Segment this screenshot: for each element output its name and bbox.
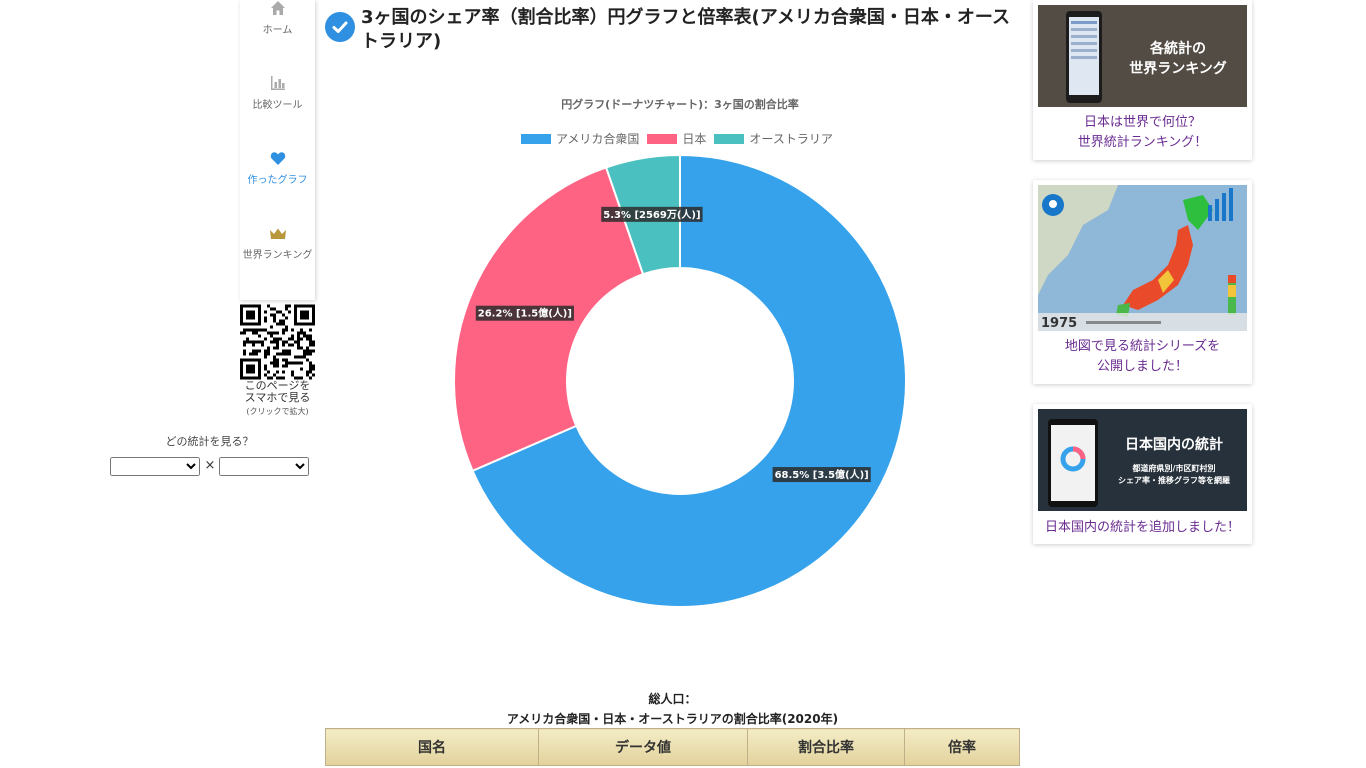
home-icon (270, 1, 285, 15)
slice-label-text: 5.3% [2569万(人)] (603, 208, 700, 221)
table-caption-line2: アメリカ合衆国・日本・オーストラリアの割合比率(2020年) (506, 712, 839, 726)
legend-label: オーストラリア (749, 132, 833, 146)
banner-domestic-stats[interactable]: 日本国内の統計 都道府県別/市区町村別 シェア率・推移グラフ等を網羅 日本国内の… (1033, 404, 1252, 544)
slice-label-text: 68.5% [3.5億(人)] (775, 468, 869, 481)
map-series-banner-image: 1975 (1038, 185, 1247, 331)
world-ranking-banner-image: 各統計の 世界ランキング (1038, 5, 1247, 107)
col-header-country[interactable]: 国名 (325, 728, 539, 766)
stat-select-2[interactable] (219, 457, 309, 476)
banner2-caption[interactable]: 地図で見る統計シリーズを 公開しました！ (1033, 337, 1252, 377)
slice-label-text: 26.2% [1.5億(人)] (478, 307, 572, 320)
domestic-stats-banner-image: 日本国内の統計 都道府県別/市区町村別 シェア率・推移グラフ等を網羅 (1038, 409, 1247, 511)
slice-data-label: 68.5% [3.5億(人)] (772, 467, 871, 483)
bar-chart-icon (270, 76, 285, 90)
banner3-caption[interactable]: 日本国内の統計を追加しました！ (1033, 518, 1252, 538)
banner3-text-3: シェア率・推移グラフ等を網羅 (1118, 475, 1230, 485)
table-caption-line1: 総人口： (648, 692, 697, 706)
banner1-caption-line2: 世界統計ランキング！ (1077, 135, 1208, 150)
table-caption: 総人口： アメリカ合衆国・日本・オーストラリアの割合比率(2020年) (325, 689, 1020, 729)
banner1-caption-line1: 日本は世界で何位？ (1083, 115, 1201, 130)
qr-code[interactable] (240, 304, 315, 380)
heart-icon (270, 152, 285, 165)
nav-compare-label: 比較ツール (252, 100, 303, 111)
nav-home-label: ホーム (262, 25, 293, 36)
legend-label: アメリカ合衆国 (556, 132, 640, 146)
legend-item[interactable]: アメリカ合衆国 (521, 130, 639, 147)
stat-select-label: どの統計を見る？ (165, 435, 254, 448)
qr-caption-sub: (クリックで拡大) (246, 407, 309, 416)
nav-world-ranking-label: 世界ランキング (242, 250, 313, 261)
legend-item[interactable]: オーストラリア (714, 130, 833, 147)
banner-world-ranking[interactable]: 各統計の 世界ランキング 日本は世界で何位？ 世界統計ランキング！ (1033, 0, 1252, 160)
check-icon (325, 12, 355, 42)
legend-swatch (521, 134, 551, 144)
banner2-caption-line1: 地図で見る統計シリーズを (1064, 339, 1221, 354)
nav-item-my-graphs[interactable]: 作ったグラフ (240, 151, 315, 186)
banner1-text-2: 世界ランキング (1129, 60, 1227, 77)
banner3-text-1: 日本国内の統計 (1125, 436, 1223, 453)
side-nav: ホーム 比較ツール 作ったグラフ 世界ランキング (240, 0, 315, 300)
nav-item-compare[interactable]: 比較ツール (240, 75, 315, 111)
donut-chart: 68.5% [3.5億(人)] 26.2% [1.5億(人)] 5.3% [2569… (453, 153, 907, 608)
col-header-share[interactable]: 割合比率 (747, 728, 905, 766)
ratio-table: 国名 データ値 割合比率 倍率 (325, 728, 1020, 766)
slice-data-label: 26.2% [1.5億(人)] (475, 305, 574, 321)
chart-legend: アメリカ合衆国 日本 オーストラリア (521, 130, 841, 146)
legend-item[interactable]: 日本 (647, 130, 706, 147)
stat-select-1[interactable] (110, 457, 200, 476)
stat-selects: × (110, 457, 310, 477)
page-title: 3ヶ国のシェア率（割合比率）円グラフと倍率表(アメリカ合衆国・日本・オーストラリ… (361, 7, 1010, 52)
times-separator: × (204, 458, 216, 473)
col-header-value[interactable]: データ値 (538, 728, 748, 766)
qr-caption[interactable]: このページを スマホで見る (クリックで拡大) (230, 380, 325, 418)
col-header-multiple[interactable]: 倍率 (904, 728, 1020, 766)
crown-icon (269, 228, 286, 239)
nav-item-home[interactable]: ホーム (240, 0, 315, 36)
legend-swatch (714, 134, 745, 144)
banner-map-series[interactable]: 1975 地図で見る統計シリーズを 公開しました！ (1033, 180, 1252, 384)
banner1-text-1: 各統計の (1149, 40, 1206, 57)
banner3-text-2: 都道府県別/市区町村別 (1132, 463, 1216, 473)
nav-my-graphs-label: 作ったグラフ (247, 175, 308, 186)
slice-data-label: 5.3% [2569万(人)] (601, 206, 703, 222)
legend-swatch (647, 134, 678, 144)
banner2-caption-line2: 公開しました！ (1096, 359, 1188, 374)
legend-label: 日本 (682, 132, 707, 146)
chart-title: 円グラフ(ドーナツチャート)：3ヶ国の割合比率 (561, 98, 799, 111)
banner2-year: 1975 (1041, 316, 1077, 331)
banner1-caption[interactable]: 日本は世界で何位？ 世界統計ランキング！ (1033, 113, 1252, 153)
nav-item-world-ranking[interactable]: 世界ランキング (240, 227, 315, 261)
qr-caption-line2: スマホで見る (244, 391, 311, 404)
